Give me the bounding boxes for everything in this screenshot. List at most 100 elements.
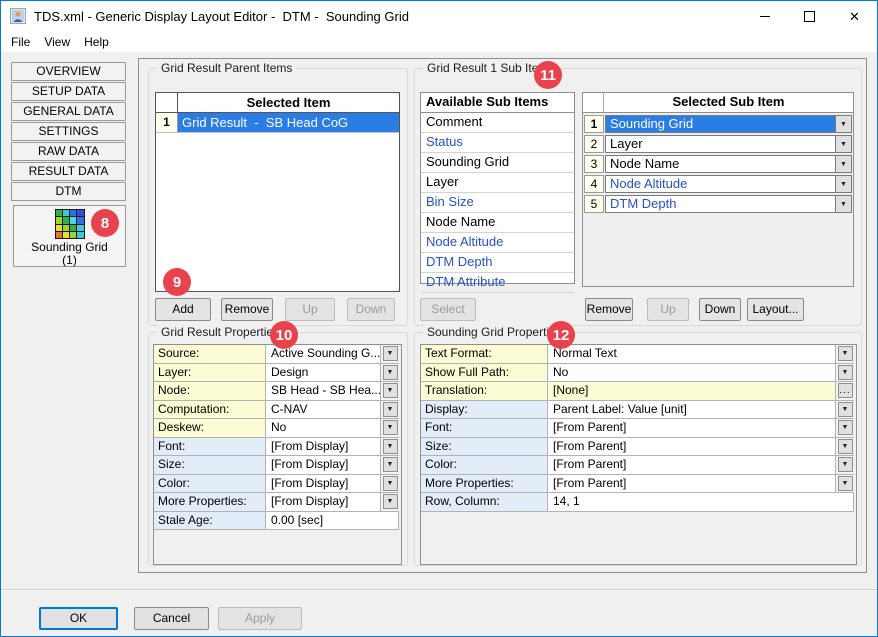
dropdown-button[interactable]: ▼ — [838, 402, 853, 417]
dropdown-button[interactable]: ▼ — [383, 346, 398, 361]
sidebar-item-dtm[interactable]: DTM — [11, 182, 126, 201]
parent-add-button[interactable]: Add — [155, 298, 211, 321]
property-value[interactable]: [From Display] — [266, 456, 381, 475]
chevron-down-icon: ▼ — [842, 424, 849, 431]
dropdown-button[interactable]: ▼ — [383, 494, 398, 509]
available-sub-item-node-altitude[interactable]: Node Altitude — [421, 233, 574, 253]
dropdown-button[interactable]: ▼ — [383, 457, 398, 472]
property-row: Show Full Path:No▼ — [421, 364, 856, 383]
selected-sub-item-row[interactable]: 3Node Name▼ — [584, 155, 852, 173]
sounding-grid-icon-cell — [63, 225, 69, 231]
chevron-down-icon: ▼ — [840, 201, 847, 208]
property-row: Font:[From Display]▼ — [154, 438, 401, 457]
selected-sub-item-row[interactable]: 4Node Altitude▼ — [584, 175, 852, 193]
ok-button[interactable]: OK — [39, 607, 118, 630]
property-value[interactable]: [From Display] — [266, 438, 381, 457]
dropdown-button[interactable]: ▼ — [838, 439, 853, 454]
property-label: More Properties: — [154, 493, 266, 512]
dropdown-button[interactable]: ▼ — [835, 116, 851, 132]
property-value[interactable]: [From Display] — [266, 475, 381, 494]
menu-view[interactable]: View — [37, 35, 77, 49]
dropdown-button[interactable]: ▼ — [838, 457, 853, 472]
property-value[interactable]: No — [266, 419, 381, 438]
available-sub-item-comment[interactable]: Comment — [421, 113, 574, 133]
close-button[interactable]: ✕ — [832, 1, 877, 31]
property-value[interactable]: [From Parent] — [548, 475, 836, 494]
row-number: 3 — [584, 155, 604, 173]
sidebar-item-settings[interactable]: SETTINGS — [11, 122, 126, 141]
dropdown-slot: ▼ — [836, 419, 854, 438]
sub-remove-button[interactable]: Remove — [585, 298, 633, 321]
dropdown-button[interactable]: ▼ — [835, 196, 851, 212]
available-sub-item-dtm-depth[interactable]: DTM Depth — [421, 253, 574, 273]
available-sub-item-status[interactable]: Status — [421, 133, 574, 153]
dropdown-button[interactable]: ▼ — [838, 420, 853, 435]
property-value[interactable]: [From Parent] — [548, 419, 836, 438]
table-row[interactable]: 1 Grid Result - SB Head CoG — [156, 113, 399, 133]
available-sub-item-sounding-grid[interactable]: Sounding Grid — [421, 153, 574, 173]
parent-remove-button[interactable]: Remove — [221, 298, 273, 321]
sidebar-item-setup-data[interactable]: SETUP DATA — [11, 82, 126, 101]
dropdown-button[interactable]: ▼ — [383, 365, 398, 380]
sidebar-item-raw-data[interactable]: RAW DATA — [11, 142, 126, 161]
property-value[interactable]: [From Parent] — [548, 438, 836, 457]
dropdown-button[interactable]: ▼ — [838, 346, 853, 361]
chevron-down-icon: ▼ — [840, 141, 847, 148]
selected-sub-item-row[interactable]: 5DTM Depth▼ — [584, 195, 852, 213]
cancel-button[interactable]: Cancel — [134, 607, 209, 630]
dropdown-slot: ▼ — [836, 364, 854, 383]
property-value[interactable]: Design — [266, 364, 381, 383]
dropdown-button[interactable]: ▼ — [383, 476, 398, 491]
minimize-button[interactable] — [742, 1, 787, 31]
sub-layout-button[interactable]: Layout... — [747, 298, 804, 321]
property-value[interactable]: Parent Label: Value [unit] — [548, 401, 836, 420]
menu-help[interactable]: Help — [77, 35, 116, 49]
dropdown-button[interactable]: ▼ — [835, 176, 851, 192]
available-sub-item-dtm-attribute[interactable]: DTM Attribute — [421, 273, 574, 293]
menu-file[interactable]: File — [4, 35, 37, 49]
sidebar-item-general-data[interactable]: GENERAL DATA — [11, 102, 126, 121]
selected-sub-item-row[interactable]: 2Layer▼ — [584, 135, 852, 153]
available-sub-item-bin-size[interactable]: Bin Size — [421, 193, 574, 213]
property-value[interactable]: [None] — [548, 382, 836, 401]
dropdown-button[interactable]: ▼ — [383, 420, 398, 435]
title-bar: TDS.xml - Generic Display Layout Editor … — [1, 1, 877, 31]
property-row: Deskew:No▼ — [154, 419, 401, 438]
ellipsis-button[interactable]: ... — [838, 383, 853, 398]
dropdown-button[interactable]: ▼ — [838, 476, 853, 491]
sounding-grid-icon-cell — [56, 210, 62, 216]
dropdown-button[interactable]: ▼ — [383, 383, 398, 398]
property-label: More Properties: — [421, 475, 548, 494]
sidebar-item-overview[interactable]: OVERVIEW — [11, 62, 126, 81]
dropdown-button[interactable]: ▼ — [383, 439, 398, 454]
property-value[interactable]: [From Display] — [266, 493, 381, 512]
sub-item-value: Node Altitude — [606, 176, 835, 192]
chevron-down-icon: ▼ — [387, 387, 394, 394]
selected-sub-item-row[interactable]: 1Sounding Grid▼ — [584, 115, 852, 133]
property-value[interactable]: Normal Text — [548, 345, 836, 364]
property-value[interactable]: C-NAV — [266, 401, 381, 420]
dropdown-button[interactable]: ▼ — [835, 156, 851, 172]
property-value[interactable]: [From Parent] — [548, 456, 836, 475]
sounding-grid-icon-cell — [63, 232, 69, 238]
property-value[interactable]: No — [548, 364, 836, 383]
table-header: Selected Item — [178, 93, 399, 113]
dropdown-slot: ▼ — [381, 438, 399, 457]
available-sub-items-list: Available Sub Items CommentStatusSoundin… — [420, 92, 575, 284]
sounding-grid-icon-cell — [56, 225, 62, 231]
row-number-header — [156, 93, 178, 113]
sidebar-item-result-data[interactable]: RESULT DATA — [11, 162, 126, 181]
property-value[interactable]: 14, 1 — [548, 493, 854, 512]
available-sub-item-node-name[interactable]: Node Name — [421, 213, 574, 233]
dropdown-button[interactable]: ▼ — [835, 136, 851, 152]
property-value[interactable]: 0.00 [sec] — [266, 512, 399, 531]
dropdown-button[interactable]: ▼ — [383, 402, 398, 417]
maximize-button[interactable] — [787, 1, 832, 31]
property-value[interactable]: SB Head - SB Hea... — [266, 382, 381, 401]
dropdown-button[interactable]: ▼ — [838, 365, 853, 380]
group-label: Grid Result Properties — [157, 325, 283, 339]
property-row: Color:[From Display]▼ — [154, 475, 401, 494]
available-sub-item-layer[interactable]: Layer — [421, 173, 574, 193]
tile-count: (1) — [14, 254, 125, 267]
sub-down-button[interactable]: Down — [699, 298, 741, 321]
